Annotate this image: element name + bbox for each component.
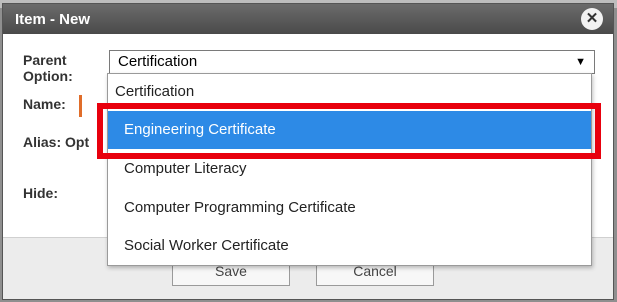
dropdown-option-social-worker-certificate[interactable]: Social Worker Certificate (108, 227, 591, 265)
parent-option-dropdown: Certification Engineering Certificate Co… (107, 73, 592, 266)
name-label: Name: (23, 96, 66, 112)
close-icon[interactable]: ✕ (581, 8, 603, 30)
parent-option-label: Parent Option: (23, 52, 73, 84)
parent-option-value: Certification (118, 53, 198, 70)
dialog-title: Item - New (15, 10, 91, 28)
required-marker (79, 95, 82, 117)
hide-label: Hide: (23, 185, 58, 201)
dropdown-option-computer-programming-certificate[interactable]: Computer Programming Certificate (108, 189, 591, 227)
alias-label: Alias: Opt (23, 134, 90, 150)
dialog-titlebar: Item - New ✕ (3, 4, 613, 34)
highlight-annotation-box (97, 103, 601, 159)
chevron-down-icon: ▼ (575, 56, 586, 68)
parent-option-select[interactable]: Certification ▼ (109, 50, 595, 74)
